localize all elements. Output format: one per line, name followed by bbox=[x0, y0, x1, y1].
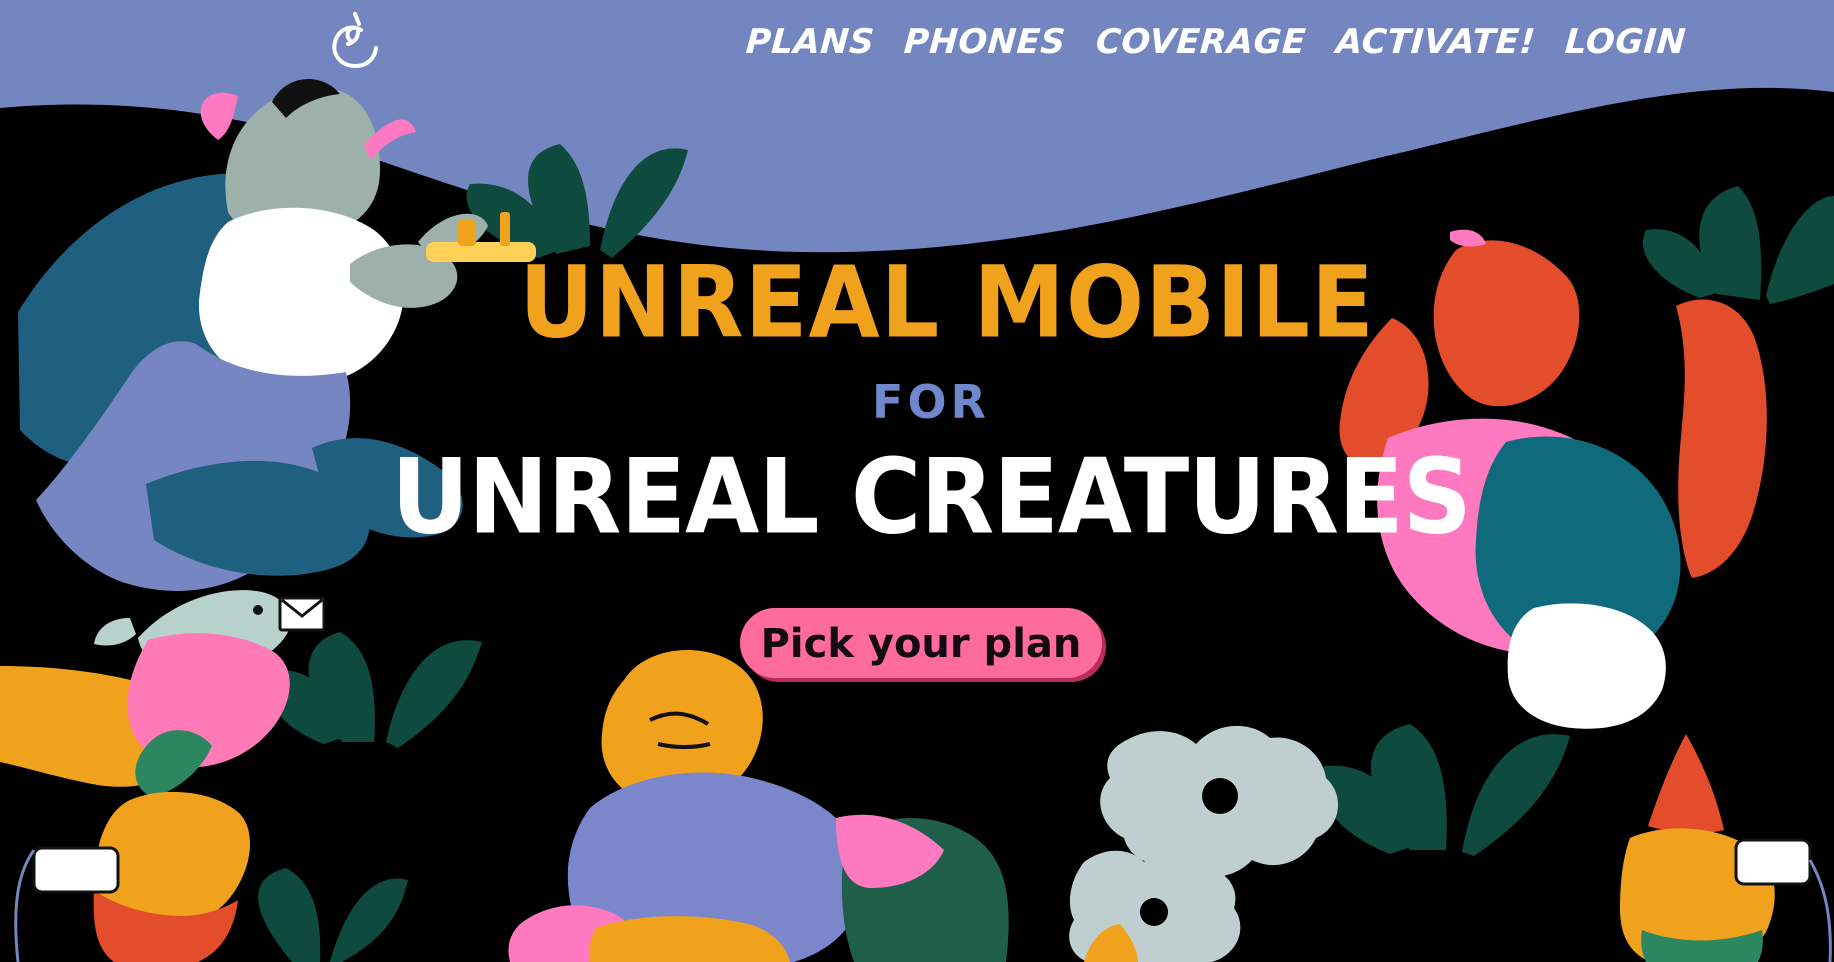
plant-top-right bbox=[1642, 186, 1834, 304]
hero-scene bbox=[0, 0, 1834, 962]
pick-plan-button[interactable]: Pick your plan bbox=[740, 608, 1102, 678]
monster-icon bbox=[508, 650, 1009, 962]
top-navigation: PLANS PHONES COVERAGE ACTIVATE! LOGIN bbox=[0, 0, 1834, 86]
envelope-icon bbox=[278, 596, 326, 632]
plant-bottom-left bbox=[258, 868, 408, 962]
unicorn-logo-icon[interactable] bbox=[328, 8, 380, 72]
cloud-icon bbox=[1069, 725, 1339, 962]
main-nav: PLANS PHONES COVERAGE ACTIVATE! LOGIN bbox=[744, 18, 1688, 66]
nav-coverage[interactable]: COVERAGE bbox=[1094, 18, 1307, 66]
plant-bottom-right bbox=[1320, 724, 1570, 856]
werewolf-icon bbox=[1339, 229, 1767, 729]
nav-login[interactable]: LOGIN bbox=[1563, 18, 1688, 66]
plant-left-middle bbox=[266, 632, 482, 748]
unicorn-logo-icon-svg bbox=[332, 12, 378, 69]
nav-plans[interactable]: PLANS bbox=[744, 18, 876, 66]
nav-activate[interactable]: ACTIVATE! bbox=[1334, 18, 1537, 66]
page: PLANS PHONES COVERAGE ACTIVATE! LOGIN UN… bbox=[0, 0, 1834, 962]
nav-phones[interactable]: PHONES bbox=[903, 18, 1068, 66]
gnome-right-icon bbox=[1620, 734, 1832, 962]
